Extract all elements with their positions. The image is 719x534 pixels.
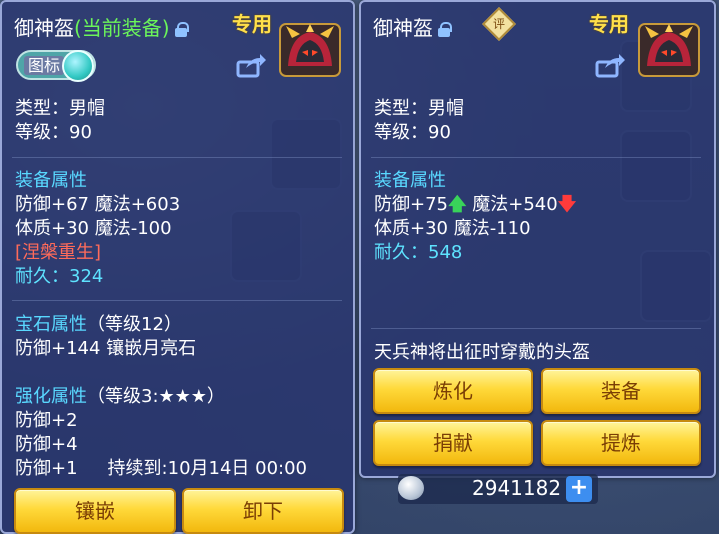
toggle-label: 图标	[24, 56, 65, 75]
refine-button[interactable]: 炼化	[373, 368, 533, 414]
add-currency-button[interactable]: +	[566, 476, 592, 502]
toggle-knob[interactable]	[62, 50, 94, 82]
equip-attr-line-1: 防御+75🡅 魔法+540🡇	[374, 193, 576, 217]
equip-attr-line: 防御+67 魔法+603	[15, 194, 181, 215]
item-title: 御神盔(当前装备)	[14, 12, 189, 41]
defense-value: 防御+75	[374, 194, 448, 215]
enhance-attr-line: 防御+4	[15, 434, 78, 455]
review-badge[interactable]: 评	[482, 7, 516, 41]
enhance-attr-value: 防御+1	[15, 458, 78, 479]
current-equipment-panel: 御神盔(当前装备) 专用 图标 类型：男帽 等级：90 装备属性 防御+67 魔…	[0, 0, 355, 534]
enhance-level: （等级3:★★★）	[87, 386, 225, 407]
enhance-attr-line-3: 防御+1 持续到:10月14日 00:00	[15, 457, 307, 481]
gem-level: （等级12）	[87, 314, 182, 335]
gem-header: 宝石属性	[15, 314, 87, 335]
section-divider	[12, 157, 342, 158]
helmet-icon	[279, 23, 341, 77]
currency-bar: 2941182 +	[398, 474, 598, 504]
enhance-attr-line: 防御+2	[15, 410, 78, 431]
inlay-button[interactable]: 镶嵌	[14, 488, 176, 534]
equipped-tag: (当前装备)	[74, 16, 170, 40]
item-type: 类型：男帽	[374, 98, 464, 119]
durability: 耐久：548	[374, 241, 462, 265]
lock-icon[interactable]	[438, 22, 452, 37]
gem-header-row: 宝石属性（等级12）	[15, 313, 182, 337]
item-name: 御神盔	[373, 16, 433, 40]
durability-label: 耐久：	[15, 266, 69, 287]
exclusive-label: 专用	[232, 12, 272, 36]
item-level: 等级：90	[15, 122, 92, 143]
lock-icon[interactable]	[174, 22, 189, 37]
coin-icon	[398, 476, 424, 500]
section-divider	[371, 157, 701, 158]
currency-value: 2941182	[472, 476, 562, 500]
item-description: 天兵神将出征时穿戴的头盔	[374, 342, 590, 363]
compare-item-panel: 御神盔 评 专用 类型：男帽 等级：90 装备属性 防御+75🡅 魔法+540🡇…	[359, 0, 716, 478]
review-badge-text: 评	[492, 17, 505, 31]
enhance-header-row: 强化属性（等级3:★★★）	[15, 385, 225, 409]
arrow-down-icon: 🡇	[557, 194, 577, 215]
durability-value: 548	[428, 242, 463, 263]
durability-label: 耐久：	[374, 242, 428, 263]
icon-toggle[interactable]: 图标	[16, 50, 96, 82]
extract-button[interactable]: 提炼	[541, 420, 701, 466]
magic-value: 魔法+540	[472, 194, 558, 215]
item-type: 类型：男帽	[15, 98, 105, 119]
share-icon[interactable]	[595, 54, 625, 78]
item-name: 御神盔	[14, 16, 74, 40]
equip-attr-header: 装备属性	[374, 170, 446, 191]
arrow-up-icon: 🡅	[448, 194, 467, 215]
item-title: 御神盔	[373, 12, 452, 41]
donate-button[interactable]: 捐献	[373, 420, 533, 466]
gem-attr-line: 防御+144 镶嵌月亮石	[15, 338, 197, 359]
enhance-header: 强化属性	[15, 386, 87, 407]
share-icon[interactable]	[236, 54, 266, 78]
special-effect: [涅槃重生]	[15, 242, 102, 263]
equip-attr-line: 体质+30 魔法-100	[15, 218, 172, 239]
durability: 耐久：324	[15, 265, 103, 289]
durability-value: 324	[69, 266, 104, 287]
section-divider	[371, 328, 701, 329]
item-level: 等级：90	[374, 122, 451, 143]
equip-attr-header: 装备属性	[15, 170, 87, 191]
equip-attr-line: 体质+30 魔法-110	[374, 218, 531, 239]
equip-button[interactable]: 装备	[541, 368, 701, 414]
helmet-icon	[638, 23, 700, 77]
exclusive-label: 专用	[589, 12, 629, 36]
enhance-duration: 持续到:10月14日 00:00	[107, 458, 308, 479]
section-divider	[12, 300, 342, 301]
unequip-button[interactable]: 卸下	[182, 488, 344, 534]
